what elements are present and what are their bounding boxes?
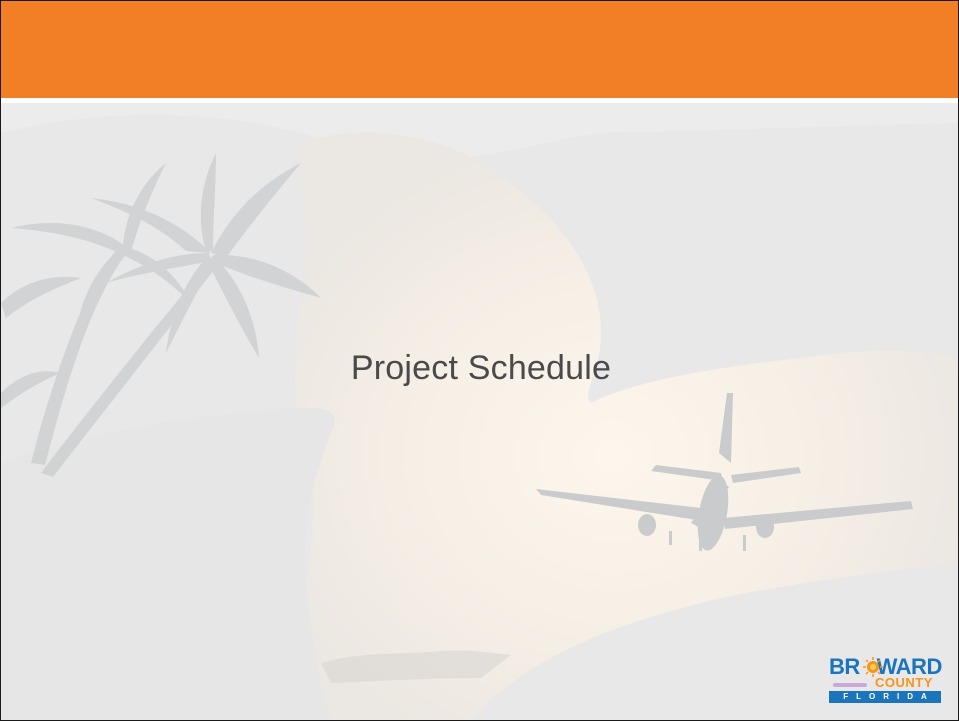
lower-sweep [1, 407, 335, 720]
background-illustration [1, 103, 958, 720]
slide: Project Schedule BR WARD COUNTY FLORIDA [0, 0, 959, 721]
logo-florida-bar: FLORIDA [829, 691, 941, 703]
header-bar [1, 1, 958, 98]
sun-icon [863, 657, 883, 677]
logo-tagline-swash [833, 683, 867, 687]
broward-county-logo: BR WARD COUNTY FLORIDA [827, 655, 943, 707]
slide-title: Project Schedule [350, 349, 612, 387]
logo-county-text: COUNTY [875, 675, 933, 690]
